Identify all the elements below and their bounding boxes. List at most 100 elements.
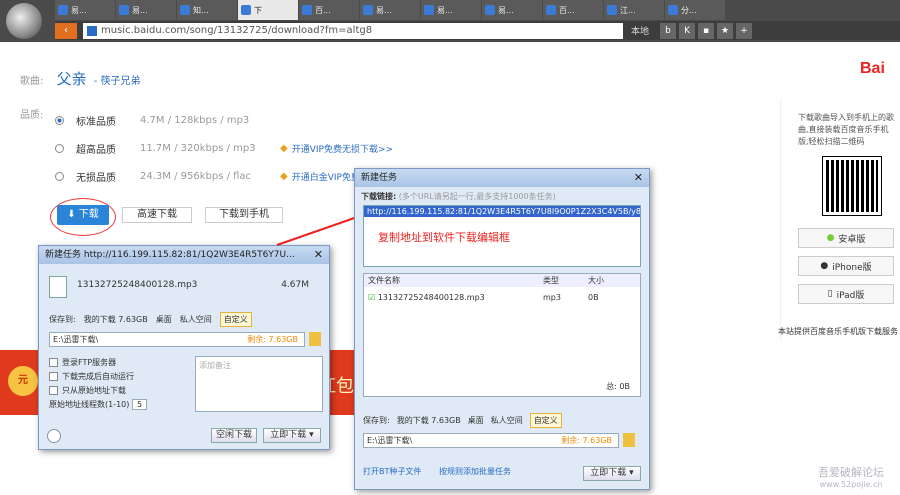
dialog2-opt-desktop[interactable]: 桌面 — [468, 415, 484, 426]
toolbar-icon-1[interactable]: K — [679, 22, 696, 39]
dialog2-path: E:\迅雷下载\ — [367, 436, 413, 445]
tab-favicon-icon — [546, 5, 556, 15]
dialog1-opt-private[interactable]: 私人空间 — [180, 314, 212, 325]
url-text-selected: http://116.199.115.82:81/1Q2W3E4R5T6Y7U8… — [364, 206, 640, 217]
threads-input[interactable]: 5 — [131, 399, 148, 410]
tab-3[interactable]: 下 — [238, 0, 298, 20]
browser-logo-icon[interactable] — [6, 3, 42, 39]
batch-task-link[interactable]: 按规则添加批量任务 — [439, 466, 511, 477]
qr-code — [822, 156, 882, 216]
dialog2-opt-private[interactable]: 私人空间 — [491, 415, 523, 426]
tab-label: 百... — [559, 5, 575, 15]
tab-bar: 易... 易... 知... 下 百... 易... 易... 易... 百... 江... 分..… — [55, 0, 726, 20]
tab-4[interactable]: 百... — [299, 0, 359, 20]
batch-download-button[interactable]: 高速下载 — [122, 207, 192, 223]
diamond-icon: ◆ — [280, 142, 288, 154]
address-bar[interactable]: music.baidu.com/song/13132725/download?f… — [83, 22, 623, 39]
download-button[interactable]: ⬇ 下载 — [57, 205, 109, 225]
folder-icon[interactable] — [623, 433, 635, 447]
dialog2-opt-custom[interactable]: 自定义 — [529, 413, 562, 428]
dialog2-now-button[interactable]: 立即下载 ▾ — [583, 466, 641, 481]
tab-8[interactable]: 百... — [543, 0, 603, 20]
phone-download-button[interactable]: 下载到手机 — [205, 207, 283, 223]
dialog1-cb-original[interactable]: 只从原始地址下载 — [49, 384, 147, 398]
folder-icon[interactable] — [309, 332, 321, 346]
mp3-file-icon — [49, 276, 67, 298]
toolbar-icon-2[interactable]: ▪ — [698, 22, 715, 39]
tab-10[interactable]: 分... — [665, 0, 725, 20]
song-label: 歌曲: — [20, 76, 44, 87]
open-bt-link[interactable]: 打开BT种子文件 — [363, 466, 421, 477]
tab-favicon-icon — [668, 5, 678, 15]
dialog1-saveto-label: 保存到: — [49, 315, 76, 324]
tab-9[interactable]: 江... — [604, 0, 664, 20]
expand-icon[interactable] — [47, 429, 61, 443]
close-icon[interactable]: ✕ — [634, 169, 643, 187]
ipad-icon: ▯ — [827, 289, 833, 299]
col-name[interactable]: 文件名称 — [368, 274, 543, 287]
tab-label: 知... — [193, 5, 209, 15]
radio-icon[interactable] — [55, 143, 64, 153]
search-engine-icon[interactable]: b — [660, 22, 677, 39]
dialog1-later-button[interactable]: 空闲下载 — [211, 428, 257, 443]
baidu-logo: Bai — [860, 60, 885, 77]
star-icon[interactable]: ★ — [717, 22, 734, 39]
tab-label: 易... — [498, 5, 514, 15]
quality-name: 超高品质 — [76, 144, 116, 156]
tab-0[interactable]: 易... — [55, 0, 115, 20]
dialog1-cb-ftp[interactable]: 登录FTP服务器 — [49, 356, 147, 370]
tab-6[interactable]: 易... — [421, 0, 481, 20]
quality-info: 11.7M / 320kbps / mp3 — [140, 142, 256, 154]
sidebar-text: 下载歌曲导入到手机上的歌曲,直接装载百度音乐手机版,轻松扫描二维码 — [798, 113, 894, 146]
dialog1-opt-mydownload[interactable]: 我的下载 7.63GB — [84, 314, 148, 325]
dialog1-note-input[interactable]: 添加备注 — [195, 356, 323, 412]
song-artist[interactable]: 筷子兄弟 — [101, 76, 141, 87]
dialog1-path: E:\迅雷下载\ — [53, 335, 99, 344]
tab-2[interactable]: 知... — [177, 0, 237, 20]
download-button-label: 下载 — [78, 209, 99, 220]
dialog2-save-options: 保存到: 我的下载 7.63GB 桌面 私人空间 自定义 — [363, 413, 562, 428]
dialog1-opt-desktop[interactable]: 桌面 — [156, 314, 172, 325]
url-text: music.baidu.com/song/13132725/download?f… — [101, 25, 373, 36]
android-label: 安卓版 — [838, 234, 866, 245]
tab-label: 易... — [71, 5, 87, 15]
quality-option[interactable]: 标准品质 4.7M / 128kbps / mp3 — [55, 106, 411, 134]
back-button-icon[interactable]: ‹ — [55, 22, 77, 39]
dialog2-path-input[interactable]: E:\迅雷下载\ 剩余: 7.63GB — [363, 433, 619, 448]
file-row[interactable]: ☑ 13132725248400128.mp3 mp3 0B — [364, 293, 640, 302]
vip-link[interactable]: 开通VIP免费无损下载>> — [292, 142, 393, 155]
tab-5[interactable]: 易... — [360, 0, 420, 20]
dialog2-opt-mydownload[interactable]: 我的下载 7.63GB — [397, 415, 461, 426]
dialog2-titlebar: 新建任务 ✕ — [355, 169, 649, 187]
url-input[interactable]: http://116.199.115.82:81/1Q2W3E4R5T6Y7U8… — [363, 205, 641, 267]
dialog1-now-button[interactable]: 立即下载 ▾ — [263, 428, 321, 443]
ipad-button[interactable]: ▯ iPad版 — [798, 284, 894, 304]
song-title[interactable]: 父亲 — [57, 70, 87, 88]
watermark: 吾爱破解论坛 www.52pojie.cn — [818, 464, 884, 489]
col-type[interactable]: 类型 — [543, 274, 588, 287]
dialog1-opt-custom[interactable]: 自定义 — [219, 312, 252, 327]
radio-icon[interactable] — [55, 171, 64, 181]
android-button[interactable]: ● 安卓版 — [798, 228, 894, 248]
tab-1[interactable]: 易... — [116, 0, 176, 20]
song-header: 歌曲: 父亲 - 筷子兄弟 — [20, 70, 141, 88]
check-icon[interactable]: ☑ — [368, 293, 375, 302]
search-hint[interactable]: 本地 — [631, 24, 649, 37]
dialog2-title: 新建任务 — [361, 173, 398, 183]
tab-label: 江... — [620, 5, 636, 15]
col-size[interactable]: 大小 — [588, 274, 604, 287]
tab-favicon-icon — [241, 5, 251, 15]
phone-download-label: 下载到手机 — [219, 209, 269, 220]
dialog1-cb-autorun[interactable]: 下载完成后自动运行 — [49, 370, 147, 384]
quality-name: 无损品质 — [76, 172, 116, 184]
dialog1-path-input[interactable]: E:\迅雷下载\ 剩余: 7.63GB — [49, 332, 305, 347]
quality-option[interactable]: 超高品质 11.7M / 320kbps / mp3 ◆ 开通VIP免费无损下载>> — [55, 134, 411, 162]
tab-label: 易... — [376, 5, 392, 15]
dialog1-free: 剩余: 7.63GB — [247, 335, 298, 344]
radio-icon[interactable] — [55, 115, 64, 125]
sidebar-divider — [780, 100, 781, 340]
tab-7[interactable]: 易... — [482, 0, 542, 20]
iphone-button[interactable]: ● iPhone版 — [798, 256, 894, 276]
tab-label: 百... — [315, 5, 331, 15]
add-icon[interactable]: + — [736, 22, 753, 39]
